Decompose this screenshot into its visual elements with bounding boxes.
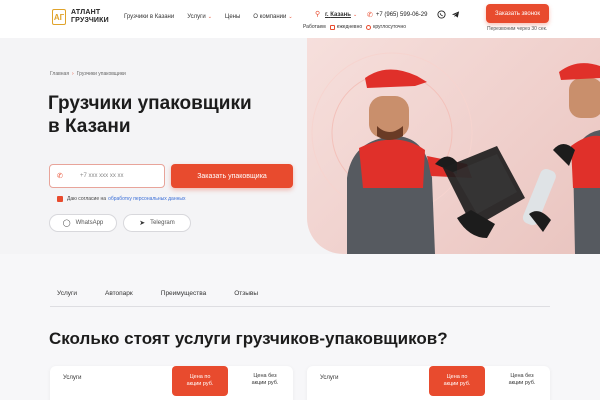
breadcrumb: Главная › Грузчики упаковщики xyxy=(50,71,126,77)
discount-header-line-2: акции руб. xyxy=(443,380,471,387)
column-header-service: Услуги xyxy=(63,375,82,381)
nav-label: Грузчики в Казани xyxy=(124,14,175,20)
work-daily: ежедневно xyxy=(336,24,363,30)
calendar-icon xyxy=(329,24,335,30)
hero-photo xyxy=(307,38,600,254)
work-24: круглосуточно xyxy=(373,24,407,30)
whatsapp-button[interactable]: ◯ WhatsApp xyxy=(49,214,117,232)
regular-header-line-2: акции руб. xyxy=(251,379,279,386)
column-header-discount-price: Цена по акции руб. xyxy=(172,366,228,396)
page-title-line-2: в Казани xyxy=(48,116,131,137)
consent-link[interactable]: обработку персональных данных xyxy=(108,196,185,202)
section-tabs: Услуги Автопарк Преимущества Отзывы xyxy=(50,290,550,307)
column-header-regular-price: Цена без акции руб. xyxy=(245,373,285,386)
whatsapp-icon: ◯ xyxy=(62,220,71,227)
site-header: АГ АТЛАНТ ГРУЗЧИКИ Грузчики в Казани Усл… xyxy=(0,0,600,38)
consent-checkbox-row[interactable]: Даю согласие на обработку персональных д… xyxy=(57,196,185,202)
telegram-icon: ➤ xyxy=(139,220,146,227)
logo-line-2: ГРУЗЧИКИ xyxy=(71,17,109,24)
phone-icon: ✆ xyxy=(367,12,373,19)
discount-header-line-2: акции руб. xyxy=(186,380,214,387)
prices-section-title: Сколько стоят услуги грузчиков-упаковщик… xyxy=(49,329,448,348)
nav-item-prices[interactable]: Цены xyxy=(225,14,240,20)
phone-field-icon: ✆ xyxy=(57,172,63,180)
work-label: Работаем xyxy=(303,24,326,30)
location-pin-icon: ⚲ xyxy=(315,11,321,18)
page-title-line-1: Грузчики упаковщики xyxy=(48,93,252,114)
mover-1 xyxy=(347,69,472,254)
request-call-button[interactable]: Заказать звонок xyxy=(486,4,549,23)
breadcrumb-current: Грузчики упаковщики xyxy=(76,71,126,77)
breadcrumb-home[interactable]: Главная xyxy=(50,71,69,77)
nav-label: О компании xyxy=(253,14,287,20)
city-name: Казань xyxy=(330,12,351,18)
movers-illustration xyxy=(311,52,600,254)
phone-number: +7 (965) 599-06-29 xyxy=(375,12,428,18)
logo-line-1: АТЛАНТ xyxy=(71,9,101,16)
city-prefix: г. xyxy=(325,12,329,18)
column-header-service: Услуги xyxy=(320,375,339,381)
phone-placeholder: +7 xxx xxx xx xx xyxy=(80,173,124,179)
nav-item-about[interactable]: О компании ⌄ xyxy=(253,14,292,20)
chevron-down-icon: ⌄ xyxy=(352,12,358,18)
consent-text: Даю согласие на xyxy=(67,196,107,202)
logo-text: АТЛАНТ ГРУЗЧИКИ xyxy=(71,9,109,25)
working-hours: Работаем ежедневно круглосуточно xyxy=(303,24,406,30)
telegram-icon[interactable] xyxy=(451,10,460,19)
header-phone[interactable]: ✆ +7 (965) 599-06-29 xyxy=(367,11,427,19)
page-title: Грузчики упаковщики в Казани xyxy=(48,92,298,138)
consent-checkbox[interactable] xyxy=(57,196,63,202)
tab-advantages[interactable]: Преимущества xyxy=(161,290,206,306)
telegram-button[interactable]: ➤ Telegram xyxy=(123,214,191,232)
callback-note: Перезвоним через 30 сек. xyxy=(487,26,548,32)
price-table: Услуги Цена по акции руб. Цена без акции… xyxy=(50,366,293,400)
phone-input[interactable]: ✆ +7 xxx xxx xx xx xyxy=(49,164,165,188)
main-nav: Грузчики в Казани Услуги ⌄ Цены О компани… xyxy=(124,14,306,20)
tab-fleet[interactable]: Автопарк xyxy=(105,290,133,306)
logo-mark: АГ xyxy=(52,9,66,25)
column-header-regular-price: Цена без акции руб. xyxy=(502,373,542,386)
hero-section: Главная › Грузчики упаковщики Грузчики упа… xyxy=(0,38,600,254)
tab-reviews[interactable]: Отзывы xyxy=(234,290,258,306)
price-table: Услуги Цена по акции руб. Цена без акции… xyxy=(307,366,550,400)
whatsapp-label: WhatsApp xyxy=(75,220,104,226)
clock-icon xyxy=(366,24,372,30)
chevron-down-icon: ⌄ xyxy=(207,14,212,20)
nav-label: Услуги xyxy=(187,14,206,20)
tab-services[interactable]: Услуги xyxy=(57,290,77,306)
column-header-discount-price: Цена по акции руб. xyxy=(429,366,485,396)
whatsapp-icon[interactable] xyxy=(437,10,446,19)
logo[interactable]: АГ АТЛАНТ ГРУЗЧИКИ xyxy=(52,9,109,25)
nav-label: Цены xyxy=(224,14,241,20)
nav-item-services[interactable]: Услуги ⌄ xyxy=(187,14,212,20)
order-packer-button[interactable]: Заказать упаковщика xyxy=(171,164,293,188)
mover-2 xyxy=(529,63,600,254)
nav-item-movers-kazan[interactable]: Грузчики в Казани xyxy=(124,14,174,20)
regular-header-line-2: акции руб. xyxy=(508,379,536,386)
telegram-label: Telegram xyxy=(150,220,175,226)
chevron-down-icon: ⌄ xyxy=(288,14,293,20)
breadcrumb-separator: › xyxy=(72,71,74,77)
city-selector[interactable]: ⚲ г. Казань ⌄ xyxy=(315,11,357,19)
